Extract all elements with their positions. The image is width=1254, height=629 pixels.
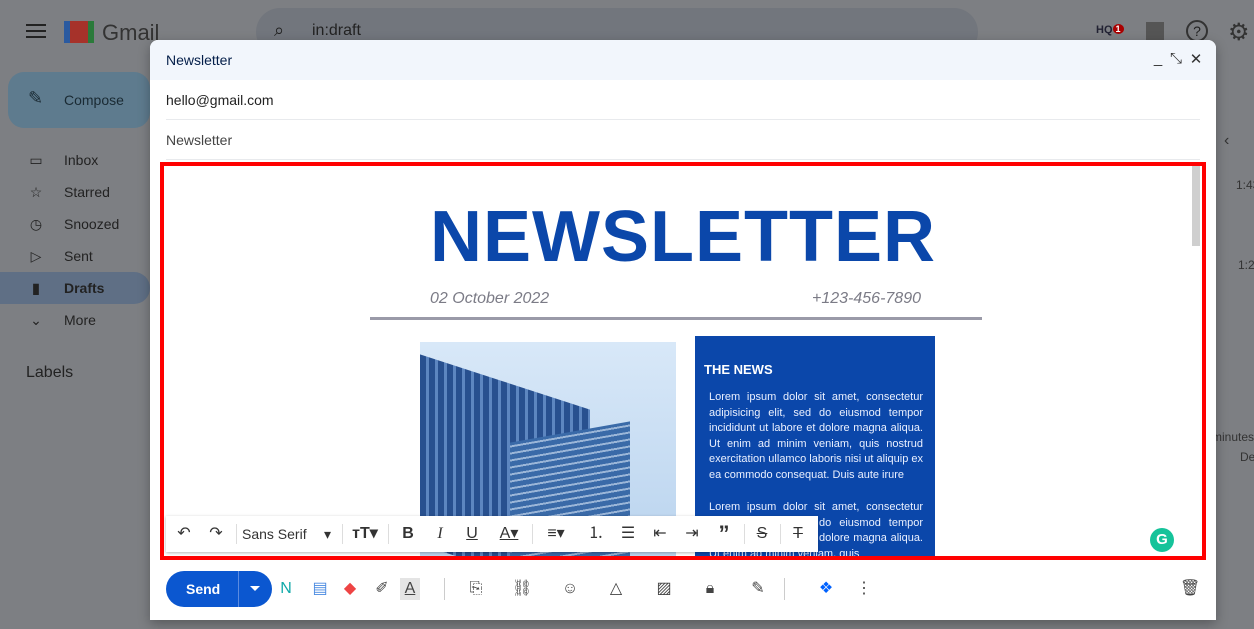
compose-dialog: Newsletter _ ⤡ ✕ hello@gmail.com Newslet… bbox=[150, 40, 1216, 620]
sidebar-item-starred[interactable]: ☆ Starred bbox=[0, 176, 150, 208]
sidebar-item-label: Snoozed bbox=[64, 216, 120, 232]
menu-icon[interactable] bbox=[26, 24, 46, 38]
exit-fullscreen-icon[interactable]: ⤡ bbox=[1168, 50, 1184, 68]
formatting-options-icon[interactable]: A bbox=[400, 578, 420, 600]
close-icon[interactable]: ✕ bbox=[1188, 50, 1204, 68]
message-body[interactable]: NEWSLETTER 02 October 2022 +123-456-7890… bbox=[160, 162, 1206, 560]
news-title: THE NEWS bbox=[704, 362, 773, 377]
search-icon[interactable]: ⌕ bbox=[274, 20, 284, 41]
inbox-icon: ▭ bbox=[29, 152, 43, 168]
draft-icon: ▮ bbox=[32, 280, 40, 296]
email-time: 1:43 bbox=[1236, 178, 1254, 192]
formatting-toolbar: ↶ ↷ Sans Serif ▾ тT▾ B I U A▾ ≡▾ ⒈ ☰ ⇤ ⇥… bbox=[166, 516, 818, 552]
indent-less-icon[interactable]: ⇤ bbox=[650, 524, 670, 544]
notification-badge: 1 bbox=[1112, 24, 1124, 34]
italic-icon[interactable]: I bbox=[430, 524, 450, 544]
bold-icon[interactable]: B bbox=[398, 524, 418, 544]
subject-field[interactable]: Newsletter bbox=[166, 120, 1200, 160]
sidebar-item-label: Sent bbox=[64, 248, 93, 264]
sidebar-item-label: Starred bbox=[64, 184, 110, 200]
dropbox-icon[interactable]: ❖ bbox=[816, 578, 836, 600]
newsletter-heading: NEWSLETTER bbox=[430, 197, 936, 277]
text-color-icon[interactable]: A▾ bbox=[494, 524, 524, 544]
align-icon[interactable]: ≡▾ bbox=[540, 524, 572, 544]
sidebar-item-snoozed[interactable]: ◷ Snoozed bbox=[0, 208, 150, 240]
sidebar-item-label: More bbox=[64, 312, 96, 328]
undo-icon[interactable]: ↶ bbox=[174, 524, 194, 544]
grammarly-icon[interactable]: G bbox=[1150, 528, 1174, 552]
pencil-icon: ✎ bbox=[28, 88, 44, 108]
underline-icon[interactable]: U bbox=[462, 524, 482, 544]
document-icon[interactable] bbox=[1146, 22, 1164, 42]
newsletter-date: 02 October 2022 bbox=[430, 290, 550, 307]
cloudhq-icon[interactable]: HQ 1 bbox=[1096, 24, 1124, 36]
discard-draft-icon[interactable]: 🗑︎ bbox=[1180, 578, 1200, 600]
font-family-select[interactable]: Sans Serif ▾ bbox=[242, 524, 338, 544]
bulleted-list-icon[interactable]: ☰ bbox=[618, 524, 638, 544]
font-size-icon[interactable]: тT▾ bbox=[348, 524, 382, 544]
brush-icon[interactable]: ✐ bbox=[372, 578, 392, 600]
pin-icon[interactable]: ◆ bbox=[340, 578, 360, 600]
settings-icon[interactable]: ⚙ bbox=[1228, 18, 1250, 47]
send-button[interactable]: Send bbox=[166, 571, 272, 607]
sidebar-item-sent[interactable]: ▷ Sent bbox=[0, 240, 150, 272]
indent-more-icon[interactable]: ⇥ bbox=[682, 524, 702, 544]
confidential-icon[interactable]: 🔒︎ bbox=[700, 578, 720, 600]
star-icon: ☆ bbox=[29, 184, 43, 200]
footer-text: minutes bbox=[1212, 430, 1254, 444]
sidebar-item-inbox[interactable]: ▭ Inbox bbox=[0, 144, 150, 176]
signature-icon[interactable]: ✎ bbox=[748, 578, 768, 600]
compose-button[interactable]: ✎ Compose bbox=[8, 72, 150, 128]
sidebar-item-label: Inbox bbox=[64, 152, 99, 168]
chevron-down-icon: ⌄ bbox=[30, 312, 42, 328]
news-paragraph: Lorem ipsum dolor sit amet, consectetur … bbox=[709, 391, 923, 481]
divider bbox=[370, 317, 982, 320]
chevron-left-icon[interactable]: ‹ bbox=[1224, 132, 1229, 150]
compose-title: Newsletter bbox=[166, 52, 233, 68]
more-options-icon[interactable]: ⋮ bbox=[854, 578, 874, 600]
emoji-icon[interactable]: ☺ bbox=[560, 578, 580, 600]
to-field[interactable]: hello@gmail.com bbox=[166, 80, 1200, 120]
footer-text: De bbox=[1240, 450, 1254, 464]
clock-icon: ◷ bbox=[29, 216, 43, 232]
attach-file-icon[interactable]: ⎘ bbox=[466, 578, 486, 600]
labels-heading: Labels bbox=[26, 364, 74, 381]
send-options-icon[interactable] bbox=[250, 586, 260, 596]
remove-formatting-icon[interactable]: T bbox=[788, 524, 808, 544]
gmail-logo[interactable]: Gmail bbox=[64, 20, 159, 46]
newsletter-phone: +123-456-7890 bbox=[812, 290, 921, 307]
email-time: 1:2 bbox=[1238, 258, 1254, 272]
chevron-down-icon: ▾ bbox=[324, 526, 332, 542]
quote-icon[interactable]: ” bbox=[714, 523, 734, 545]
sidebar-item-more[interactable]: ⌄ More bbox=[0, 304, 150, 336]
help-icon[interactable]: ? bbox=[1186, 20, 1208, 42]
notion-icon[interactable]: N bbox=[276, 578, 296, 600]
docs-icon[interactable]: ▤ bbox=[310, 578, 330, 600]
send-icon: ▷ bbox=[30, 248, 42, 264]
minimize-icon[interactable]: _ bbox=[1150, 50, 1166, 68]
redo-icon[interactable]: ↷ bbox=[206, 524, 226, 544]
photo-icon[interactable]: ▨ bbox=[654, 578, 674, 600]
numbered-list-icon[interactable]: ⒈ bbox=[586, 524, 606, 544]
strikethrough-icon[interactable]: S bbox=[752, 524, 772, 544]
drive-icon[interactable]: △ bbox=[606, 578, 626, 600]
link-icon[interactable]: ⛓ bbox=[512, 578, 532, 600]
compose-header: Newsletter _ ⤡ ✕ bbox=[150, 40, 1216, 80]
sidebar-item-label: Drafts bbox=[64, 280, 105, 296]
sidebar-item-drafts[interactable]: ▮ Drafts bbox=[0, 272, 150, 304]
